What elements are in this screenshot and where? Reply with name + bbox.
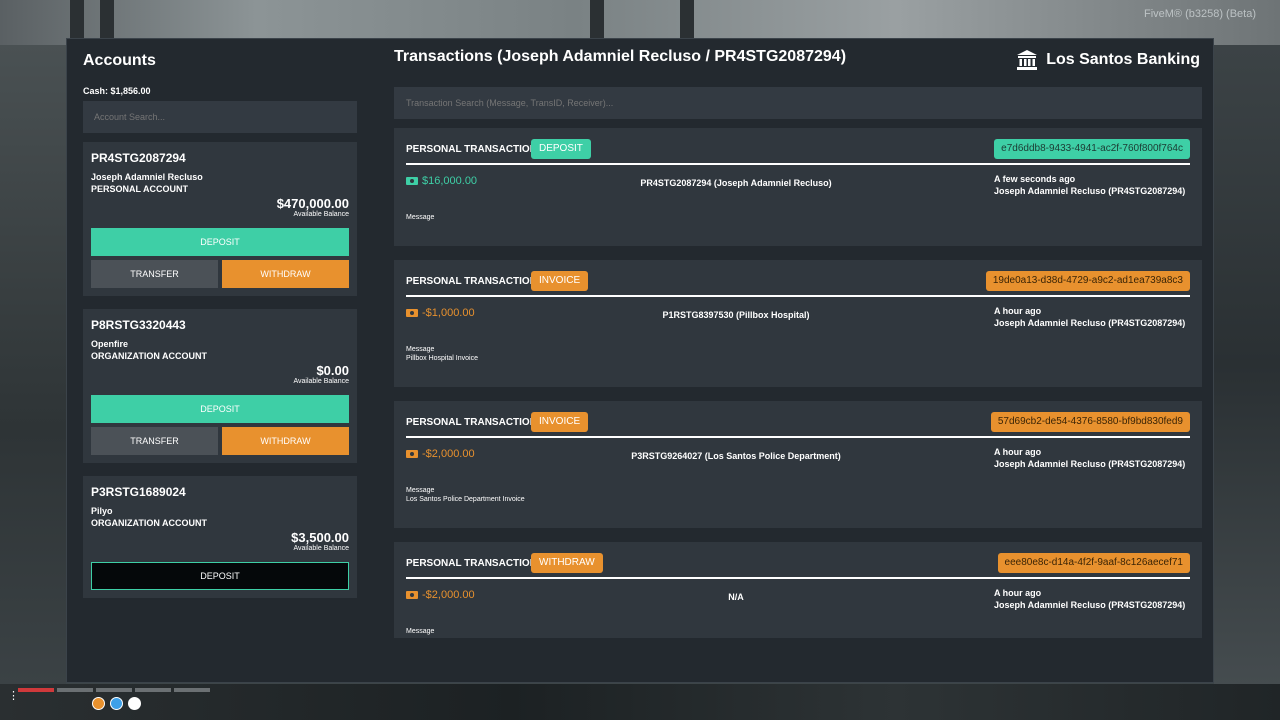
status-badge: DEPOSIT — [531, 139, 591, 159]
message-text: Los Santos Police Department Invoice — [406, 496, 525, 503]
transaction-receiver: N/A — [728, 592, 744, 602]
cash-balance: Cash: $1,856.00 — [83, 86, 151, 96]
transaction-by: Joseph Adamniel Recluso (PR4STG2087294) — [994, 459, 1186, 469]
stamina-bar — [96, 688, 132, 692]
transaction-id: e7d6ddb8-9433-4941-ac2f-760f800f764c — [994, 139, 1190, 159]
transaction-card: PERSONAL TRANSACTION INVOICE 57d69cb2-de… — [394, 401, 1202, 528]
transaction-time: A hour ago — [994, 447, 1042, 457]
divider — [406, 436, 1190, 438]
deposit-button[interactable]: DEPOSIT — [91, 562, 349, 590]
account-id: P3RSTG1689024 — [91, 485, 186, 499]
transaction-receiver: PR4STG2087294 (Joseph Adamniel Recluso) — [640, 178, 832, 188]
account-card: P3RSTG1689024 Pilyo ORGANIZATION ACCOUNT… — [83, 476, 357, 598]
divider — [406, 163, 1190, 165]
account-type: ORGANIZATION ACCOUNT — [91, 351, 207, 361]
deposit-button[interactable]: DEPOSIT — [91, 228, 349, 256]
hunger-icon — [92, 697, 105, 710]
thirst-icon — [110, 697, 123, 710]
message-text: Pillbox Hospital Invoice — [406, 355, 478, 362]
fivem-version: FiveM® (b3258) (Beta) — [1143, 8, 1256, 20]
hud-health-bars — [18, 688, 210, 692]
armor-bar — [57, 688, 93, 692]
divider — [406, 577, 1190, 579]
transaction-receiver: P3RSTG9264027 (Los Santos Police Departm… — [631, 451, 841, 461]
extra-bar — [174, 688, 210, 692]
transaction-id: 19de0a13-d38d-4729-a9c2-ad1ea739a8c3 — [985, 271, 1190, 291]
transaction-type: PERSONAL TRANSACTION — [406, 417, 537, 428]
transaction-search-input[interactable] — [394, 87, 1202, 119]
account-holder: Pilyo — [91, 506, 113, 516]
account-id: P8RSTG3320443 — [91, 318, 186, 332]
withdraw-button[interactable]: WITHDRAW — [222, 427, 349, 455]
account-holder: Openfire — [91, 339, 129, 349]
status-badge: INVOICE — [531, 271, 589, 291]
health-bar — [18, 688, 54, 692]
stress-icon — [128, 697, 141, 710]
account-balance-label: Available Balance — [293, 211, 349, 218]
background-shelf — [70, 0, 84, 38]
account-card: PR4STG2087294 Joseph Adamniel Recluso PE… — [83, 142, 357, 296]
banking-panel: Accounts Cash: $1,856.00 PR4STG2087294 J… — [66, 38, 1214, 683]
transfer-button[interactable]: TRANSFER — [91, 260, 218, 288]
message-label: Message — [406, 346, 435, 353]
transaction-id: eee80e8c-d14a-4f2f-9aaf-8c126aecef71 — [997, 553, 1190, 573]
account-balance-label: Available Balance — [293, 378, 349, 385]
account-balance: $0.00 — [316, 363, 349, 378]
account-balance: $3,500.00 — [291, 530, 349, 545]
transaction-time: A hour ago — [994, 588, 1042, 598]
message-label: Message — [406, 628, 435, 635]
oxygen-bar — [135, 688, 171, 692]
background-shelf — [680, 0, 694, 38]
transaction-time: A few seconds ago — [994, 174, 1076, 184]
divider — [406, 295, 1190, 297]
transaction-type: PERSONAL TRANSACTION — [406, 144, 537, 155]
withdraw-button[interactable]: WITHDRAW — [222, 260, 349, 288]
account-type: ORGANIZATION ACCOUNT — [91, 518, 207, 528]
hud-status-icons — [92, 697, 141, 710]
bank-name: Los Santos Banking — [1046, 51, 1200, 68]
background-right — [1214, 45, 1280, 685]
transaction-card: PERSONAL TRANSACTION WITHDRAW eee80e8c-d… — [394, 542, 1202, 638]
background-shelf — [590, 0, 604, 38]
account-id: PR4STG2087294 — [91, 151, 186, 165]
status-badge: INVOICE — [531, 412, 589, 432]
account-balance-label: Available Balance — [293, 545, 349, 552]
transaction-id: 57d69cb2-de54-4376-8580-bf9bd830fed9 — [990, 412, 1190, 432]
transaction-time: A hour ago — [994, 306, 1042, 316]
bank-icon — [1017, 50, 1038, 70]
transaction-card: PERSONAL TRANSACTION INVOICE 19de0a13-d3… — [394, 260, 1202, 387]
transaction-by: Joseph Adamniel Recluso (PR4STG2087294) — [994, 600, 1186, 610]
transactions-title: Transactions (Joseph Adamniel Recluso / … — [394, 48, 847, 65]
account-card: P8RSTG3320443 Openfire ORGANIZATION ACCO… — [83, 309, 357, 463]
deposit-button[interactable]: DEPOSIT — [91, 395, 349, 423]
transaction-by: Joseph Adamniel Recluso (PR4STG2087294) — [994, 318, 1186, 328]
transfer-button[interactable]: TRANSFER — [91, 427, 218, 455]
accounts-title: Accounts — [83, 52, 156, 69]
account-search-input[interactable] — [83, 101, 357, 133]
account-holder: Joseph Adamniel Recluso — [91, 172, 203, 182]
message-label: Message — [406, 487, 435, 494]
transaction-type: PERSONAL TRANSACTION — [406, 558, 537, 569]
transaction-by: Joseph Adamniel Recluso (PR4STG2087294) — [994, 186, 1186, 196]
account-balance: $470,000.00 — [276, 196, 349, 211]
status-badge: WITHDRAW — [531, 553, 603, 573]
message-label: Message — [406, 214, 435, 221]
transaction-card: PERSONAL TRANSACTION DEPOSIT e7d6ddb8-94… — [394, 128, 1202, 246]
transaction-type: PERSONAL TRANSACTION — [406, 276, 537, 287]
transaction-list[interactable]: PERSONAL TRANSACTION DEPOSIT e7d6ddb8-94… — [394, 128, 1202, 638]
background-shelf — [100, 0, 114, 38]
background-left — [0, 45, 66, 685]
bank-brand: Los Santos Banking — [1016, 49, 1200, 71]
account-type: PERSONAL ACCOUNT — [91, 184, 189, 194]
transaction-receiver: P1RSTG8397530 (Pillbox Hospital) — [662, 310, 810, 320]
